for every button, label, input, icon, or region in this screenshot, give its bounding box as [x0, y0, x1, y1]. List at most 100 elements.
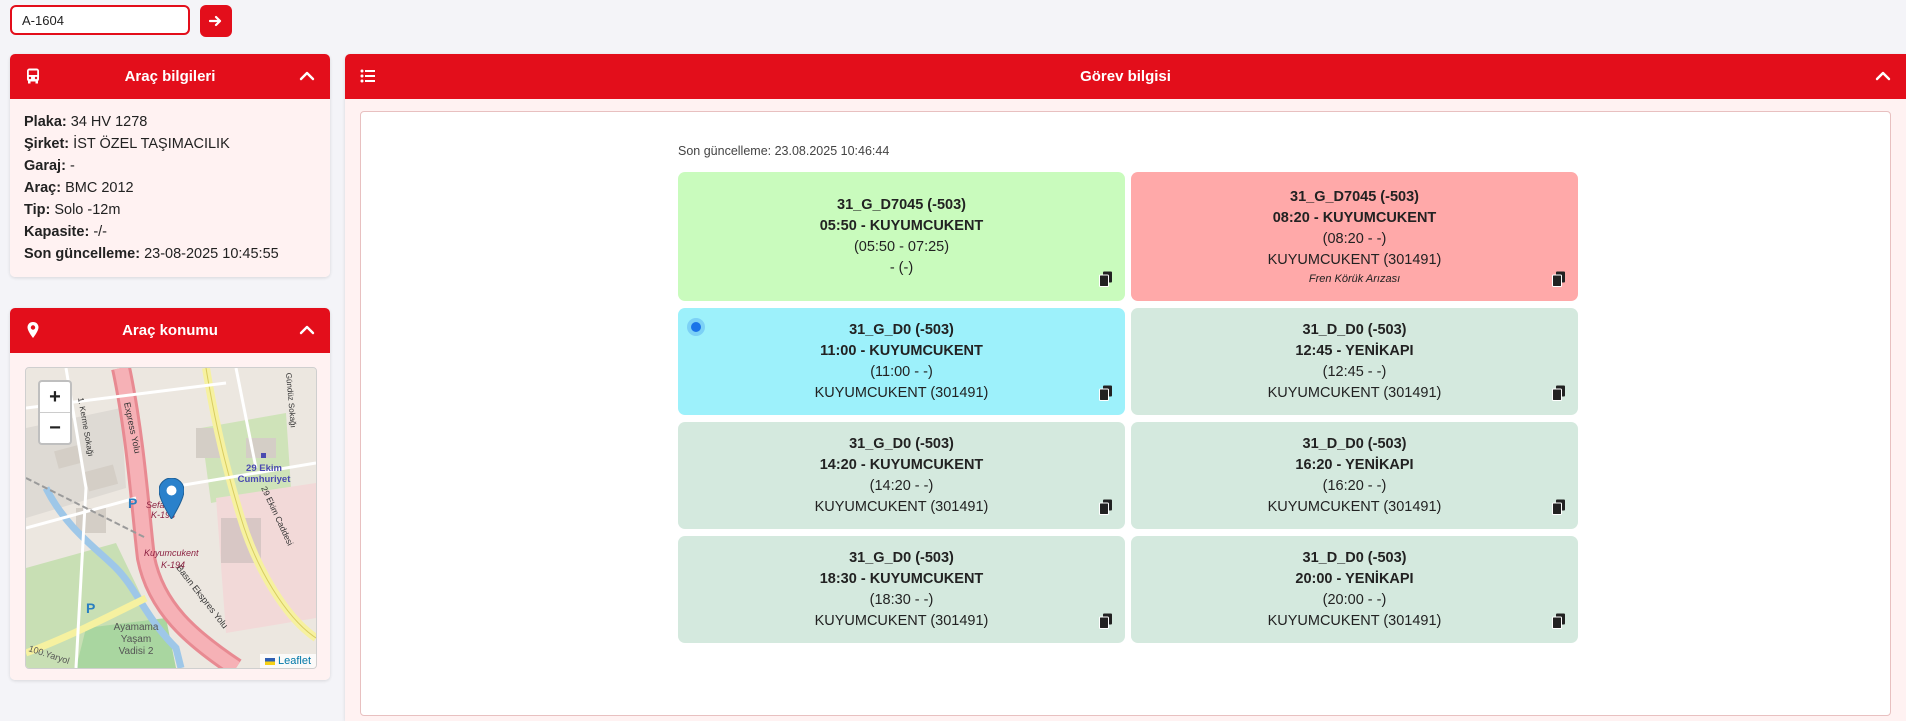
- vehicle-info-value: -: [69, 158, 75, 174]
- vehicle-info-value: Solo -12m: [54, 202, 121, 218]
- active-indicator-icon: [691, 322, 701, 332]
- vehicle-info-row: Tip: Solo -12m: [24, 199, 316, 221]
- vehicle-info-row: Kapasite: -/-: [24, 221, 316, 243]
- vehicle-info-label: Kapasite:: [24, 224, 90, 240]
- vehicle-info-value: İST ÖZEL TAŞIMACILIK: [73, 136, 230, 152]
- svg-text:Yaşam: Yaşam: [121, 634, 151, 645]
- bus-icon: [27, 68, 39, 84]
- vehicle-location-panel: Araç konumu Express Yolu Basın Ekspres Y…: [10, 308, 330, 680]
- task-info-header[interactable]: Görev bilgisi: [345, 54, 1906, 99]
- task-time-destination: 11:00 - KUYUMCUKENT: [820, 342, 983, 359]
- vehicle-info-header[interactable]: Araç bilgileri: [10, 54, 330, 99]
- task-stop: KUYUMCUKENT (301491): [1267, 612, 1442, 629]
- task-time-range: (16:20 - -): [1322, 477, 1387, 494]
- vehicle-info-title: Araç bilgileri: [124, 68, 216, 85]
- chevron-up-icon[interactable]: [1874, 67, 1892, 85]
- copy-icon[interactable]: [1099, 385, 1113, 401]
- map-marker-icon: [27, 322, 39, 338]
- leaflet-link[interactable]: Leaflet: [278, 655, 311, 667]
- vehicle-info-row: Son güncelleme: 23-08-2025 10:45:55: [24, 243, 316, 265]
- task-time-destination: 18:30 - KUYUMCUKENT: [819, 570, 984, 587]
- vehicle-info-row: Şirket: İST ÖZEL TAŞIMACILIK: [24, 133, 316, 155]
- vehicle-marker-icon[interactable]: [159, 478, 184, 519]
- task-stop: KUYUMCUKENT (301491): [814, 612, 989, 629]
- chevron-up-icon[interactable]: [298, 321, 316, 339]
- vehicle-map[interactable]: Express Yolu Basın Ekspres Yolu 29 Ekim …: [25, 367, 317, 669]
- vehicle-search-input[interactable]: [10, 5, 190, 35]
- task-code: 31_G_D0 (-503): [849, 321, 954, 338]
- vehicle-info-row: Araç: BMC 2012: [24, 177, 316, 199]
- copy-icon[interactable]: [1552, 385, 1566, 401]
- task-info-body: Son güncelleme: 23.08.2025 10:46:44 31_G…: [345, 99, 1906, 721]
- task-code: 31_G_D7045 (-503): [1290, 188, 1419, 205]
- task-code: 31_G_D7045 (-503): [837, 196, 966, 213]
- task-stop: KUYUMCUKENT (301491): [1267, 251, 1442, 268]
- vehicle-info-label: Plaka:: [24, 114, 67, 130]
- vehicle-info-label: Tip:: [24, 202, 51, 218]
- task-time-range: (11:00 - -): [870, 363, 933, 380]
- task-time-range: (18:30 - -): [869, 591, 934, 608]
- vehicle-info-row: Plaka: 34 HV 1278: [24, 111, 316, 133]
- chevron-up-icon[interactable]: [298, 67, 316, 85]
- copy-icon[interactable]: [1099, 613, 1113, 629]
- task-time-range: (12:45 - -): [1322, 363, 1387, 380]
- task-card[interactable]: 31_G_D0 (-503) 18:30 - KUYUMCUKENT (18:30 …: [678, 536, 1125, 643]
- task-time-destination: 16:20 - YENİKAPI: [1295, 456, 1414, 473]
- copy-icon[interactable]: [1552, 271, 1566, 287]
- svg-text:Vadisi 2: Vadisi 2: [119, 646, 154, 657]
- zoom-in-button[interactable]: +: [40, 382, 70, 412]
- last-update-text: Son güncelleme: 23.08.2025 10:46:44: [678, 144, 890, 158]
- task-code: 31_D_D0 (-503): [1302, 435, 1407, 452]
- svg-text:Cumhuriyet: Cumhuriyet: [238, 474, 292, 485]
- task-code: 31_G_D0 (-503): [849, 549, 954, 566]
- vehicle-info-label: Garaj:: [24, 158, 66, 174]
- svg-text:P: P: [128, 495, 137, 511]
- map-attribution: Leaflet: [259, 654, 316, 668]
- task-time-range: (05:50 - 07:25): [853, 238, 950, 255]
- list-icon: [360, 69, 375, 83]
- task-time-range: (14:20 - -): [869, 477, 934, 494]
- vehicle-info-panel: Araç bilgileri Plaka: 34 HV 1278 Şirket: …: [10, 54, 330, 277]
- zoom-out-button[interactable]: −: [40, 412, 70, 443]
- vehicle-info-row: Garaj: -: [24, 155, 316, 177]
- task-code: 31_D_D0 (-503): [1302, 549, 1407, 566]
- task-list-container: Son güncelleme: 23.08.2025 10:46:44 31_G…: [360, 111, 1891, 716]
- vehicle-location-title: Araç konumu: [122, 322, 218, 339]
- vehicle-info-label: Şirket:: [24, 136, 70, 152]
- svg-text:Kuyumcukent: Kuyumcukent: [144, 548, 199, 558]
- task-card[interactable]: 31_G_D0 (-503) 11:00 - KUYUMCUKENT (11:00 …: [678, 308, 1125, 415]
- task-card[interactable]: 31_G_D7045 (-503) 08:20 - KUYUMCUKENT (08:…: [1131, 172, 1578, 301]
- svg-text:K-194: K-194: [161, 560, 185, 570]
- copy-icon[interactable]: [1099, 499, 1113, 515]
- task-time-destination: 14:20 - KUYUMCUKENT: [819, 456, 984, 473]
- task-time-destination: 08:20 - KUYUMCUKENT: [1272, 209, 1437, 226]
- vehicle-info-label: Araç:: [24, 180, 62, 196]
- task-stop: KUYUMCUKENT (301491): [1267, 498, 1442, 515]
- task-cards-grid: 31_G_D7045 (-503) 05:50 - KUYUMCUKENT (05:…: [678, 172, 1578, 643]
- task-stop: - (-): [889, 259, 914, 276]
- vehicle-info-body: Plaka: 34 HV 1278 Şirket: İST ÖZEL TAŞIMA…: [10, 99, 330, 277]
- task-card[interactable]: 31_D_D0 (-503) 16:20 - YENİKAPI (16:20 - -…: [1131, 422, 1578, 529]
- task-info-panel: Görev bilgisi Son güncelleme: 23.08.2025…: [345, 54, 1906, 721]
- task-time-range: (08:20 - -): [1322, 230, 1387, 247]
- task-stop: KUYUMCUKENT (301491): [814, 498, 989, 515]
- task-code: 31_G_D0 (-503): [849, 435, 954, 452]
- vehicle-info-label: Son güncelleme:: [24, 246, 141, 262]
- copy-icon[interactable]: [1099, 271, 1113, 287]
- copy-icon[interactable]: [1552, 499, 1566, 515]
- task-card[interactable]: 31_D_D0 (-503) 12:45 - YENİKAPI (12:45 - -…: [1131, 308, 1578, 415]
- task-time-destination: 20:00 - YENİKAPI: [1295, 570, 1414, 587]
- task-card[interactable]: 31_G_D0 (-503) 14:20 - KUYUMCUKENT (14:20 …: [678, 422, 1125, 529]
- arrow-right-icon: [209, 15, 222, 27]
- task-card[interactable]: 31_D_D0 (-503) 20:00 - YENİKAPI (20:00 - -…: [1131, 536, 1578, 643]
- task-card[interactable]: 31_G_D7045 (-503) 05:50 - KUYUMCUKENT (05:…: [678, 172, 1125, 301]
- map-zoom-control: + −: [38, 380, 72, 445]
- task-time-destination: 05:50 - KUYUMCUKENT: [819, 217, 984, 234]
- vehicle-info-value: BMC 2012: [65, 180, 134, 196]
- task-time-destination: 12:45 - YENİKAPI: [1295, 342, 1414, 359]
- task-code: 31_D_D0 (-503): [1302, 321, 1407, 338]
- copy-icon[interactable]: [1552, 613, 1566, 629]
- vehicle-location-body: Express Yolu Basın Ekspres Yolu 29 Ekim …: [10, 353, 330, 680]
- vehicle-location-header[interactable]: Araç konumu: [10, 308, 330, 353]
- search-submit-button[interactable]: [200, 5, 232, 37]
